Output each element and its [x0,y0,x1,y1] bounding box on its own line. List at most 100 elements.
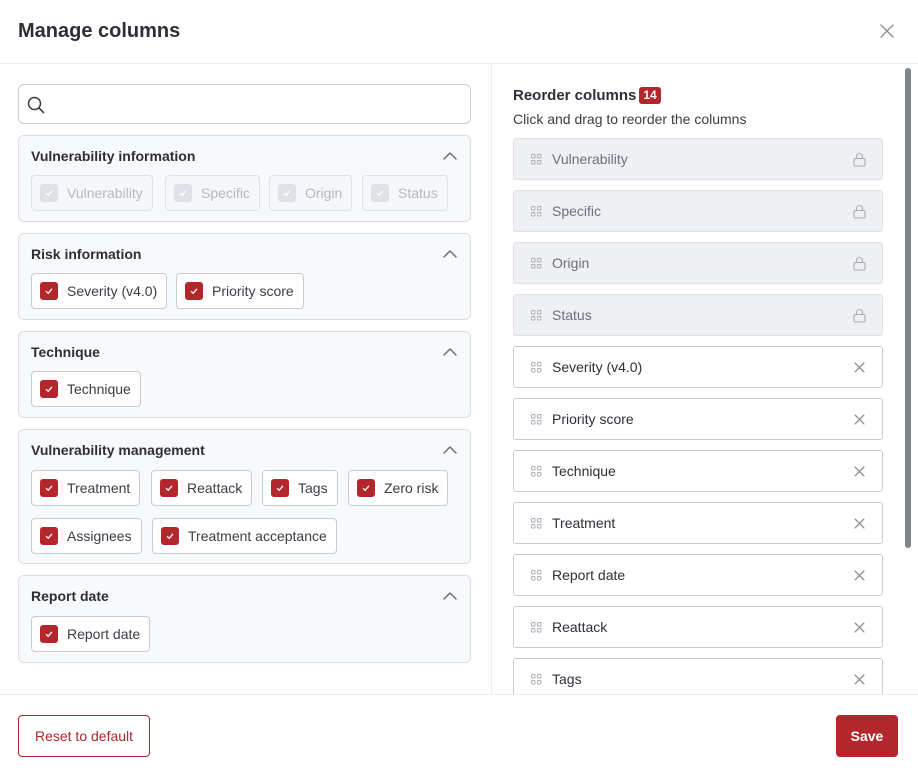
column-order-item[interactable]: Report date [513,554,883,596]
column-order-item[interactable]: Vulnerability [513,138,883,180]
checkbox-label: Zero risk [384,480,439,496]
checkbox-origin[interactable]: Origin [269,175,353,211]
checkbox-check-icon [40,625,58,643]
checkbox-specific[interactable]: Specific [165,175,261,211]
chevron-up-icon[interactable] [442,344,458,360]
save-button[interactable]: Save [836,715,898,757]
checkbox-label: Treatment acceptance [188,528,327,544]
drag-handle-icon[interactable] [531,362,542,373]
checkbox-technique[interactable]: Technique [31,371,141,407]
checkbox-check-icon [371,184,389,202]
checkbox-label: Technique [67,381,131,397]
column-order-item[interactable]: Reattack [513,606,883,648]
remove-column-icon[interactable] [852,672,867,687]
drag-handle-icon[interactable] [531,206,542,217]
column-order-label: Tags [552,671,582,687]
checkbox-reattack[interactable]: Reattack [151,470,253,506]
remove-column-icon[interactable] [852,620,867,635]
column-order-item[interactable]: Technique [513,450,883,492]
checkbox-vulnerability[interactable]: Vulnerability [31,175,153,211]
checkbox-tags[interactable]: Tags [262,470,338,506]
checkbox-check-icon [40,479,58,497]
drag-handle-icon[interactable] [531,674,542,685]
column-selection-pane: Vulnerability information Vulnerability … [0,64,492,694]
checkbox-status[interactable]: Status [362,175,448,211]
checkbox-label: Status [398,185,438,201]
drag-handle-icon[interactable] [531,310,542,321]
group-title: Risk information [31,246,142,262]
search-field[interactable] [18,84,471,124]
drag-handle-icon[interactable] [531,622,542,633]
column-order-item[interactable]: Treatment [513,502,883,544]
modal-footer: Reset to default Save [0,694,918,772]
chevron-up-icon[interactable] [442,148,458,164]
lock-icon [853,153,866,167]
chevron-up-icon[interactable] [442,588,458,604]
column-order-label: Report date [552,567,626,583]
drag-handle-icon[interactable] [531,518,542,529]
close-icon[interactable] [878,22,896,40]
checkbox-priority-score[interactable]: Priority score [176,273,304,309]
checkbox-label: Treatment [67,480,131,496]
group-title: Report date [31,588,109,604]
drag-handle-icon[interactable] [531,154,542,165]
modal-title: Manage columns [18,20,181,42]
column-order-item[interactable]: Specific [513,190,883,232]
reorder-columns-pane: Reorder columns 14 Click and drag to reo… [493,64,918,694]
checkbox-check-icon [271,479,289,497]
checkbox-label: Vulnerability [67,185,143,201]
search-icon [27,96,45,114]
reset-to-default-button[interactable]: Reset to default [18,715,150,757]
checkbox-check-icon [174,184,192,202]
group-title: Vulnerability management [31,442,205,458]
remove-column-icon[interactable] [852,516,867,531]
checkbox-check-icon [185,282,203,300]
checkbox-check-icon [161,527,179,545]
checkbox-severity[interactable]: Severity (v4.0) [31,273,168,309]
checkbox-label: Severity (v4.0) [67,283,158,299]
remove-column-icon[interactable] [852,360,867,375]
column-count-badge: 14 [639,87,661,104]
column-order-label: Vulnerability [552,151,628,167]
column-order-item[interactable]: Tags [513,658,883,694]
column-order-item[interactable]: Severity (v4.0) [513,346,883,388]
remove-column-icon[interactable] [852,568,867,583]
scrollbar-thumb[interactable] [905,68,911,548]
checkbox-check-icon [278,184,296,202]
drag-handle-icon[interactable] [531,466,542,477]
column-order-label: Technique [552,463,616,479]
chevron-up-icon[interactable] [442,442,458,458]
lock-icon [853,205,866,219]
group-vulnerability-management: Vulnerability management Treatment Reatt… [18,429,471,564]
checkbox-label: Tags [298,480,328,496]
remove-column-icon[interactable] [852,412,867,427]
lock-icon [853,309,866,323]
checkbox-label: Priority score [212,283,294,299]
checkbox-report-date[interactable]: Report date [31,616,151,652]
checkbox-assignees[interactable]: Assignees [31,518,142,554]
checkbox-check-icon [40,380,58,398]
reorder-subtitle: Click and drag to reorder the columns [513,111,747,127]
drag-handle-icon[interactable] [531,570,542,581]
checkbox-treatment-acceptance[interactable]: Treatment acceptance [152,518,337,554]
checkbox-check-icon [40,527,58,545]
column-order-item[interactable]: Status [513,294,883,336]
lock-icon [853,257,866,271]
column-order-label: Priority score [552,411,634,427]
checkbox-treatment[interactable]: Treatment [31,470,141,506]
search-input[interactable] [55,91,455,117]
checkbox-check-icon [40,282,58,300]
chevron-up-icon[interactable] [442,246,458,262]
drag-handle-icon[interactable] [531,414,542,425]
group-technique: Technique Technique [18,331,471,418]
manage-columns-modal: Manage columns Vulnerability information… [0,0,918,772]
group-report-date: Report date Report date [18,575,471,663]
remove-column-icon[interactable] [852,464,867,479]
column-order-label: Specific [552,203,602,219]
drag-handle-icon[interactable] [531,258,542,269]
group-title: Vulnerability information [31,148,196,164]
column-order-item[interactable]: Priority score [513,398,883,440]
checkbox-zero-risk[interactable]: Zero risk [348,470,449,506]
checkbox-check-icon [357,479,375,497]
column-order-item[interactable]: Origin [513,242,883,284]
